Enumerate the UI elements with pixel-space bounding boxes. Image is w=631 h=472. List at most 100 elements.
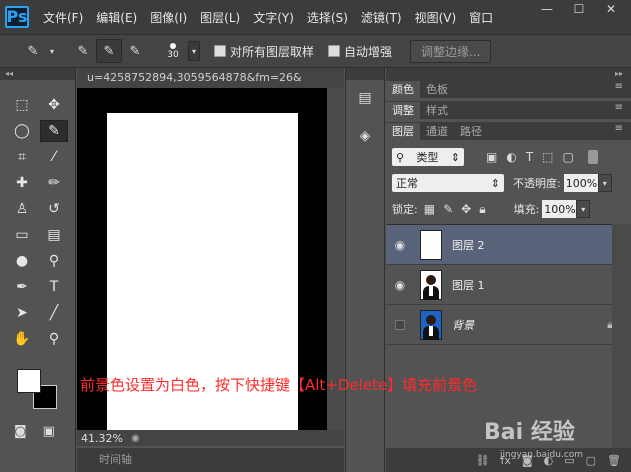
menu-image[interactable]: 图像(I): [150, 9, 187, 26]
screen-mode-icon[interactable]: ▣: [43, 424, 55, 439]
status-info-icon[interactable]: ◉: [131, 433, 140, 444]
delete-layer-icon[interactable]: 🗑︎: [607, 454, 621, 467]
fill-dropdown-icon[interactable]: ▾: [576, 200, 591, 218]
pixel-layer-filter-icon[interactable]: ▣: [486, 150, 497, 164]
blend-mode-value: 正常: [396, 177, 418, 190]
tab-color[interactable]: 颜色: [386, 81, 420, 98]
crop-tool-icon[interactable]: ⌗: [8, 146, 36, 168]
tab-channels[interactable]: 通道: [420, 123, 454, 140]
layer-filter-select[interactable]: ⚲ 类型 ⇕: [392, 148, 464, 166]
tools-panel-collapse-icon[interactable]: ◂◂: [0, 68, 75, 80]
menu-view[interactable]: 视图(V): [415, 9, 457, 26]
line-tool-icon[interactable]: ╱: [40, 302, 68, 324]
chevron-updown-icon: ⇕: [490, 176, 500, 190]
opacity-input[interactable]: 100%: [563, 174, 598, 192]
adjustment-layer-filter-icon[interactable]: ◐: [506, 150, 516, 164]
tool-preset-dropdown-icon[interactable]: ▾: [46, 39, 58, 63]
menu-type[interactable]: 文字(Y): [253, 9, 294, 26]
maximize-button[interactable]: ☐: [563, 0, 595, 18]
history-panel-icon[interactable]: ▤: [353, 86, 377, 110]
marquee-tool-icon[interactable]: ⬚: [8, 94, 36, 116]
blur-tool-icon[interactable]: ●: [8, 250, 36, 272]
menu-edit[interactable]: 编辑(E): [96, 9, 137, 26]
eyedropper-tool-icon[interactable]: ⁄: [40, 146, 68, 168]
history-brush-tool-icon[interactable]: ↺: [40, 198, 68, 220]
gradient-tool-icon[interactable]: ▤: [40, 224, 68, 246]
visibility-toggle[interactable]: [395, 319, 405, 330]
subtract-from-selection-icon[interactable]: ✎: [122, 39, 148, 63]
menu-bar: Ps 文件(F) 编辑(E) 图像(I) 图层(L) 文字(Y) 选择(S) 滤…: [0, 0, 631, 34]
pen-tool-icon[interactable]: ✒: [8, 276, 36, 298]
clone-stamp-tool-icon[interactable]: ♙: [8, 198, 36, 220]
type-tool-icon[interactable]: T: [40, 276, 68, 298]
layer-row-background[interactable]: 背景 🔒︎: [386, 305, 631, 345]
quick-selection-tool-icon[interactable]: ✎: [20, 39, 46, 63]
right-dock-collapse-icon[interactable]: ▸▸: [386, 68, 631, 80]
path-selection-tool-icon[interactable]: ➤: [8, 302, 36, 324]
eye-icon[interactable]: ◉: [386, 238, 414, 252]
menu-select[interactable]: 选择(S): [307, 9, 348, 26]
layers-panel: 图层 通道 路径 ≡ ⚲ 类型 ⇕ ▣ ◐ T ⬚ ▢ 正常 ⇕ 不透明度: 1…: [386, 122, 631, 224]
type-layer-filter-icon[interactable]: T: [526, 150, 533, 164]
sample-all-layers-option[interactable]: 对所有图层取样: [214, 43, 314, 60]
panel-menu-icon[interactable]: ≡: [615, 102, 623, 113]
tab-swatches[interactable]: 色板: [420, 81, 454, 98]
foreground-color-swatch[interactable]: [17, 369, 41, 393]
shape-layer-filter-icon[interactable]: ⬚: [542, 150, 553, 164]
blend-mode-select[interactable]: 正常 ⇕: [392, 174, 504, 192]
quick-mask-icon[interactable]: ◙: [14, 424, 27, 439]
new-selection-icon[interactable]: ✎: [70, 39, 96, 63]
brush-size-value: 30: [167, 49, 179, 60]
menu-file[interactable]: 文件(F): [43, 9, 83, 26]
panel-menu-icon[interactable]: ≡: [615, 81, 623, 92]
lasso-tool-icon[interactable]: ◯: [8, 120, 36, 142]
layer-thumbnail: [420, 309, 442, 340]
auto-enhance-option[interactable]: 自动增强: [328, 43, 392, 60]
eraser-tool-icon[interactable]: ▭: [8, 224, 36, 246]
menu-filter[interactable]: 滤镜(T): [361, 9, 402, 26]
dodge-tool-icon[interactable]: ⚲: [40, 250, 68, 272]
menu-layer[interactable]: 图层(L): [200, 9, 240, 26]
tab-paths[interactable]: 路径: [454, 123, 488, 140]
layer-name: 图层 1: [452, 278, 485, 292]
opacity-dropdown-icon[interactable]: ▾: [597, 174, 612, 192]
layer-row-layer-1[interactable]: ◉ 图层 1: [386, 265, 631, 305]
fill-input[interactable]: 100%: [542, 200, 577, 218]
eye-icon[interactable]: ◉: [386, 278, 414, 292]
brush-picker-dropdown-icon[interactable]: ▾: [188, 41, 200, 61]
zoom-level[interactable]: 41.32%: [81, 432, 123, 445]
new-layer-icon[interactable]: ▢: [586, 454, 596, 467]
refine-edge-button[interactable]: 调整边缘...: [410, 39, 492, 63]
layers-scrollbar[interactable]: [612, 224, 631, 448]
timeline-panel-tab[interactable]: 时间轴: [77, 448, 344, 472]
move-tool-icon[interactable]: ✥: [40, 94, 68, 116]
quick-selection-tool-icon[interactable]: ✎: [40, 120, 68, 142]
brush-size-picker[interactable]: 30: [158, 38, 188, 64]
3d-panel-icon[interactable]: ◈: [353, 124, 377, 148]
brush-tool-icon[interactable]: ✏: [40, 172, 68, 194]
filter-toggle[interactable]: [587, 150, 598, 164]
add-to-selection-icon[interactable]: ✎: [96, 39, 122, 63]
document-tab[interactable]: u=4258752894,3059564878&fm=26&: [77, 68, 344, 88]
sample-all-layers-checkbox[interactable]: [214, 45, 226, 57]
healing-brush-tool-icon[interactable]: ✚: [8, 172, 36, 194]
minimize-button[interactable]: —: [531, 0, 563, 18]
tab-adjustments[interactable]: 调整: [386, 102, 420, 119]
layer-row-layer-2[interactable]: ◉ 图层 2: [386, 225, 631, 265]
options-bar: ✎ ▾ ✎ ✎ ✎ 30 ▾ 对所有图层取样 自动增强 调整边缘...: [0, 34, 631, 68]
smart-object-filter-icon[interactable]: ▢: [563, 150, 574, 164]
lock-all-icon[interactable]: 🔒︎: [479, 202, 485, 217]
auto-enhance-checkbox[interactable]: [328, 45, 341, 57]
zoom-tool-icon[interactable]: ⚲: [40, 328, 68, 350]
lock-position-icon[interactable]: ✥: [461, 202, 471, 217]
photoshop-logo: Ps: [5, 6, 29, 28]
menu-window[interactable]: 窗口: [469, 9, 493, 26]
lock-transparency-icon[interactable]: ▦: [424, 202, 435, 217]
tab-styles[interactable]: 样式: [420, 102, 454, 119]
hand-tool-icon[interactable]: ✋: [8, 328, 36, 350]
tab-layers[interactable]: 图层: [386, 123, 420, 140]
panel-menu-icon[interactable]: ≡: [615, 123, 623, 134]
link-layers-icon[interactable]: ⛓: [476, 454, 490, 467]
lock-pixels-icon[interactable]: ✎: [443, 202, 453, 217]
close-button[interactable]: ✕: [595, 0, 627, 18]
